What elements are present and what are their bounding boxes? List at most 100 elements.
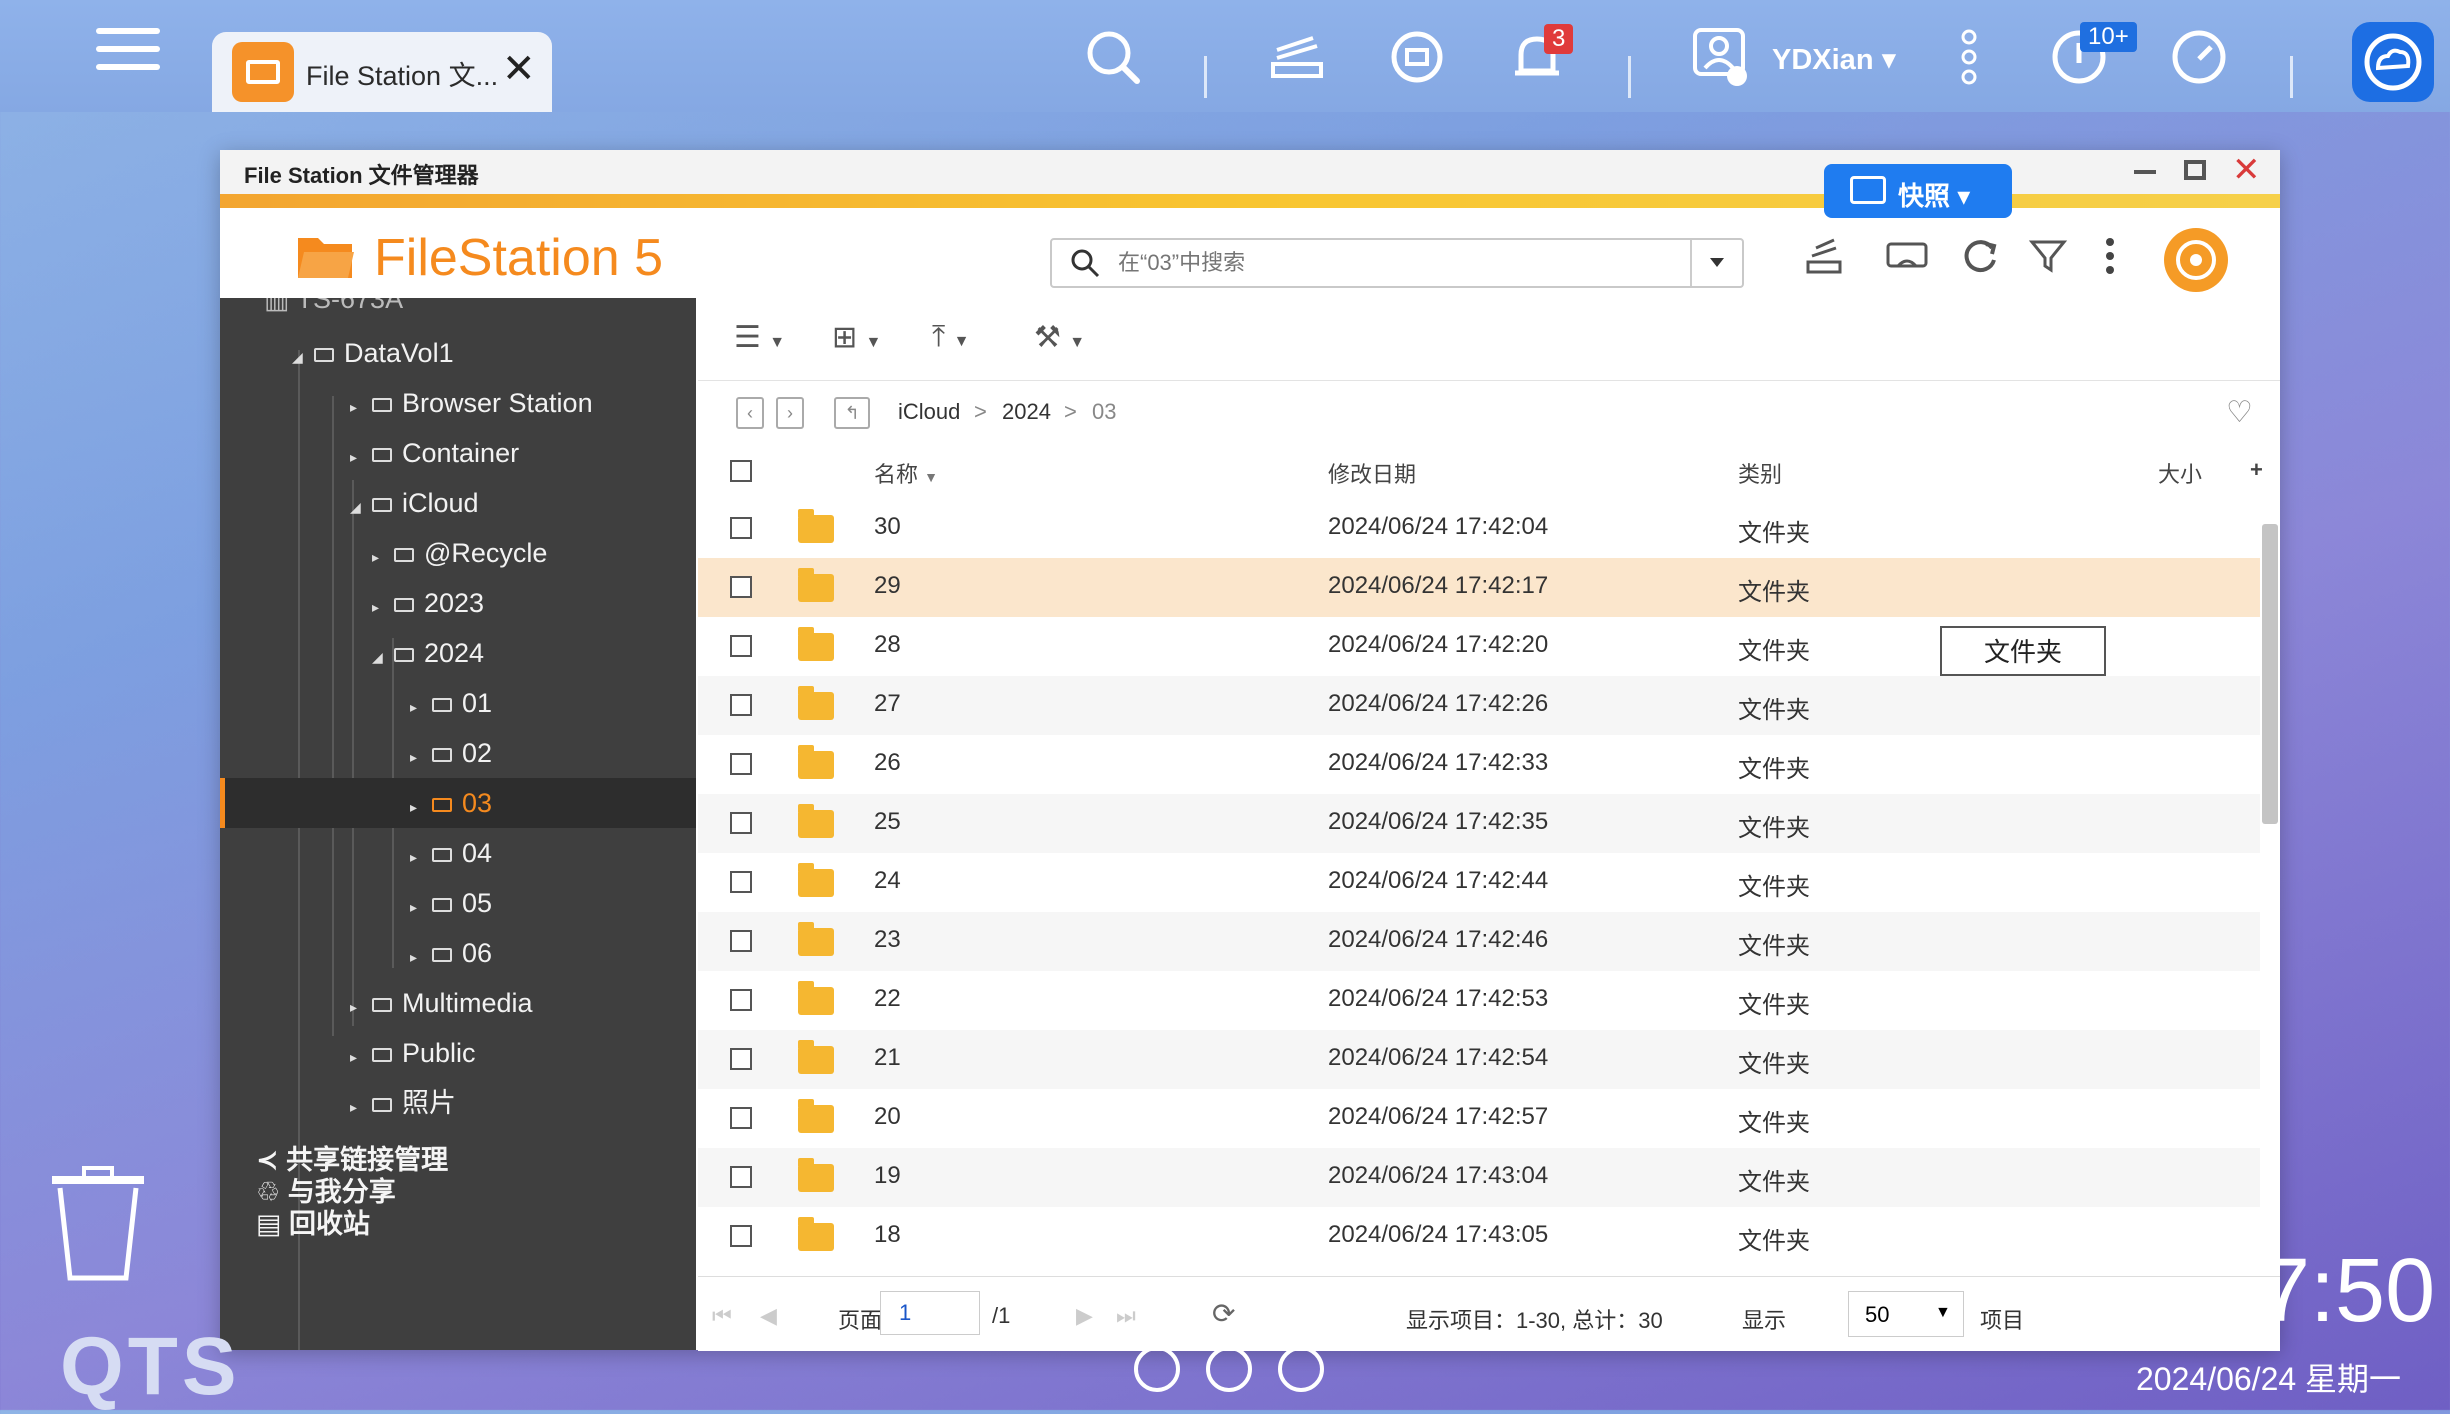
tree-item-browser-station[interactable]: ▸ Browser Station: [350, 378, 593, 428]
tree-item-container[interactable]: ▸ Container: [350, 428, 519, 478]
next-page-button[interactable]: ▶: [1076, 1303, 1093, 1329]
table-row[interactable]: 30 2024/06/24 17:42:04 文件夹: [698, 499, 2260, 558]
expand-arrow-icon[interactable]: ▸: [372, 532, 388, 582]
expand-arrow-icon[interactable]: ▸: [350, 1032, 366, 1082]
expand-arrow-icon[interactable]: ▸: [350, 982, 366, 1032]
table-row[interactable]: 19 2024/06/24 17:43:04 文件夹: [698, 1148, 2260, 1207]
dock-icon-1[interactable]: [1134, 1346, 1180, 1392]
remote-mount-icon[interactable]: [1884, 236, 1936, 288]
row-checkbox[interactable]: [730, 930, 752, 952]
table-row[interactable]: 26 2024/06/24 17:42:33 文件夹: [698, 735, 2260, 794]
search-icon[interactable]: [1078, 22, 1148, 92]
user-avatar-icon[interactable]: [1686, 22, 1756, 92]
add-column-icon[interactable]: +: [2250, 457, 2263, 483]
row-checkbox[interactable]: [730, 694, 752, 716]
row-checkbox[interactable]: [730, 635, 752, 657]
tree-item--[interactable]: ▸ 照片: [350, 1078, 456, 1128]
row-checkbox[interactable]: [730, 1166, 752, 1188]
table-row[interactable]: 25 2024/06/24 17:42:35 文件夹: [698, 794, 2260, 853]
minimize-icon[interactable]: [2134, 170, 2156, 174]
row-checkbox[interactable]: [730, 576, 752, 598]
sync-icon[interactable]: [1382, 22, 1452, 92]
close-icon[interactable]: ✕: [502, 46, 536, 92]
search-field[interactable]: [1050, 238, 1744, 288]
tree-item-06[interactable]: ▸ 06: [410, 928, 492, 978]
row-checkbox[interactable]: [730, 1107, 752, 1129]
tree-item-icloud[interactable]: ◢ iCloud: [350, 478, 479, 528]
column-type[interactable]: 类别: [1738, 457, 1782, 489]
expand-arrow-icon[interactable]: ▸: [410, 682, 426, 732]
table-row[interactable]: 23 2024/06/24 17:42:46 文件夹: [698, 912, 2260, 971]
filter-icon[interactable]: [2028, 236, 2080, 288]
last-page-button[interactable]: ⏭: [1116, 1303, 1136, 1329]
row-checkbox[interactable]: [730, 517, 752, 539]
desktop-trash-icon[interactable]: [48, 1166, 148, 1286]
table-row[interactable]: 29 2024/06/24 17:42:17 文件夹: [698, 558, 2260, 617]
expand-arrow-icon[interactable]: ▸: [350, 382, 366, 432]
prev-page-button[interactable]: ◀: [760, 1303, 777, 1329]
expand-arrow-icon[interactable]: ▸: [410, 732, 426, 782]
recycle-bin[interactable]: ▤ 回收站: [256, 1202, 370, 1241]
view-mode-button[interactable]: ☰ ▼: [734, 320, 785, 360]
favorite-heart-icon[interactable]: ♡: [2226, 395, 2253, 430]
tree-item-@recycle[interactable]: ▸ @Recycle: [372, 528, 547, 578]
dashboard-gauge-icon[interactable]: [2164, 22, 2234, 92]
background-tasks-icon[interactable]: [1804, 236, 1856, 288]
breadcrumb-icloud[interactable]: iCloud: [898, 399, 960, 425]
expand-arrow-icon[interactable]: ▸: [410, 832, 426, 882]
expand-arrow-icon[interactable]: ▸: [350, 1082, 366, 1132]
snapshot-button[interactable]: 快照 ▾: [1824, 164, 2012, 218]
row-checkbox[interactable]: [730, 1048, 752, 1070]
maximize-icon[interactable]: [2184, 160, 2206, 180]
background-tasks-icon[interactable]: [1262, 22, 1332, 92]
expand-arrow-icon[interactable]: ▸: [350, 432, 366, 482]
collapse-arrow-icon[interactable]: ◢: [350, 482, 366, 532]
column-size[interactable]: 大小: [2158, 457, 2202, 489]
dock-icon-3[interactable]: [1278, 1346, 1324, 1392]
tree-item-multimedia[interactable]: ▸ Multimedia: [350, 978, 533, 1028]
select-all-checkbox[interactable]: [730, 460, 752, 482]
tools-button[interactable]: ⚒ ▼: [1034, 320, 1085, 360]
main-menu-button[interactable]: [96, 28, 160, 88]
close-window-icon[interactable]: ✕: [2232, 150, 2261, 190]
more-options-icon[interactable]: [1934, 22, 2004, 92]
row-checkbox[interactable]: [730, 989, 752, 1011]
table-row[interactable]: 24 2024/06/24 17:42:44 文件夹: [698, 853, 2260, 912]
more-options-icon[interactable]: [2100, 236, 2152, 288]
tree-item-01[interactable]: ▸ 01: [410, 678, 492, 728]
first-page-button[interactable]: ⏮: [712, 1303, 732, 1329]
expand-arrow-icon[interactable]: ▸: [410, 882, 426, 932]
column-modified-date[interactable]: 修改日期: [1328, 457, 1416, 489]
tree-item-02[interactable]: ▸ 02: [410, 728, 492, 778]
expand-arrow-icon[interactable]: ▸: [410, 932, 426, 982]
tree-item-public[interactable]: ▸ Public: [350, 1028, 476, 1078]
refresh-icon[interactable]: [1960, 236, 2012, 288]
tree-volume-datavol1[interactable]: ◢ DataVol1: [292, 328, 454, 378]
expand-arrow-icon[interactable]: ▸: [410, 782, 426, 832]
tree-item-05[interactable]: ▸ 05: [410, 878, 492, 928]
table-row[interactable]: 21 2024/06/24 17:42:54 文件夹: [698, 1030, 2260, 1089]
refresh-icon[interactable]: ⟳: [1212, 1297, 1235, 1330]
tree-item-03[interactable]: ▸ 03: [410, 778, 492, 828]
parent-folder-button[interactable]: ↰: [834, 397, 870, 429]
row-checkbox[interactable]: [730, 753, 752, 775]
user-menu[interactable]: YDXian ▾: [1772, 42, 1896, 77]
forward-button[interactable]: ›: [776, 397, 804, 429]
dock-icon-2[interactable]: [1206, 1346, 1252, 1392]
snapshot-manager-icon[interactable]: [2164, 228, 2228, 292]
app-tab-file-station[interactable]: File Station 文... ✕: [212, 32, 552, 112]
expand-arrow-icon[interactable]: ▸: [372, 582, 388, 632]
table-row[interactable]: 22 2024/06/24 17:42:53 文件夹: [698, 971, 2260, 1030]
tree-item-04[interactable]: ▸ 04: [410, 828, 492, 878]
row-checkbox[interactable]: [730, 871, 752, 893]
items-per-page-select[interactable]: 50 ▼: [1848, 1291, 1964, 1337]
tree-root-nas[interactable]: ▥ TS-673A: [264, 298, 403, 324]
page-number-input[interactable]: [880, 1291, 980, 1335]
breadcrumb-2024[interactable]: 2024: [1002, 399, 1051, 425]
upload-button[interactable]: ⤒ ▼: [932, 320, 969, 360]
table-row[interactable]: 18 2024/06/24 17:43:05 文件夹: [698, 1207, 2260, 1266]
back-button[interactable]: ‹: [736, 397, 764, 429]
table-row[interactable]: 20 2024/06/24 17:42:57 文件夹: [698, 1089, 2260, 1148]
search-input[interactable]: [1116, 246, 1640, 280]
scrollbar-thumb[interactable]: [2262, 524, 2278, 824]
